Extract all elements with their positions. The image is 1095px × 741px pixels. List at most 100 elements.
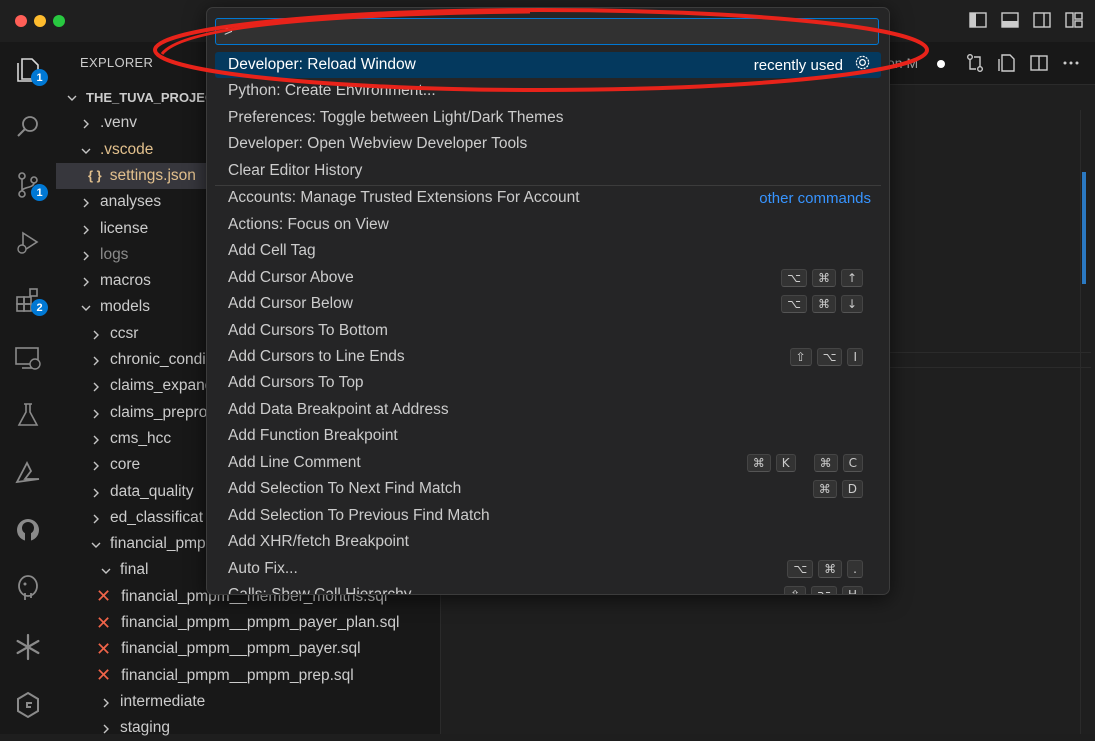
- command-item[interactable]: Python: Create Environment...: [215, 78, 881, 104]
- key-cap: ↓: [840, 295, 863, 314]
- toggle-primary-sidebar-icon[interactable]: [969, 12, 987, 28]
- command-item[interactable]: Developer: Open Webview Developer Tools: [215, 131, 881, 157]
- command-item[interactable]: Add Selection To Previous Find Match: [215, 503, 881, 529]
- chevron-right-icon[interactable]: [88, 510, 104, 525]
- tree-item[interactable]: intermediate: [56, 689, 440, 715]
- testing-flask-icon[interactable]: [10, 397, 46, 433]
- command-label: Add Cursors to Line Ends: [228, 347, 405, 365]
- editor-tab[interactable]: on M: [887, 55, 918, 71]
- tree-item-label: models: [100, 298, 150, 316]
- key-cap: ⌘: [818, 559, 843, 578]
- keybinding: ⌘ D: [812, 480, 863, 499]
- key-cap: ⌘: [811, 268, 836, 287]
- activity-bar: 1 1 2: [0, 42, 57, 734]
- command-label: Python: Create Environment...: [228, 82, 436, 100]
- chevron-right-icon[interactable]: [78, 116, 94, 131]
- tree-item-label: financial_pmpm__pmpm_payer_plan.sql: [121, 614, 400, 631]
- source-control-icon[interactable]: 1: [10, 167, 48, 203]
- command-item[interactable]: Auto Fix... ⌥ ⌘.: [215, 556, 881, 582]
- postgresql-icon[interactable]: [10, 570, 46, 606]
- chevron-down-icon[interactable]: [78, 142, 94, 157]
- command-item[interactable]: Accounts: Manage Trusted Extensions For …: [215, 185, 881, 211]
- command-item[interactable]: Add Data Breakpoint at Address: [215, 397, 881, 423]
- chevron-down-icon[interactable]: [88, 537, 104, 552]
- github-icon[interactable]: [10, 512, 46, 548]
- unsaved-dot-icon[interactable]: [937, 60, 945, 68]
- chevron-right-icon[interactable]: [88, 484, 104, 499]
- configure-keybinding-gear-icon[interactable]: [854, 54, 871, 76]
- key-cap: ⌘: [812, 480, 837, 499]
- other-commands-group: other commands: [759, 190, 871, 207]
- search-icon[interactable]: [10, 109, 46, 145]
- extensions-icon[interactable]: 2: [10, 282, 48, 318]
- tree-item-label: core: [110, 456, 141, 474]
- remote-explorer-icon[interactable]: [10, 340, 46, 376]
- key-cap: ⌘: [746, 453, 771, 472]
- command-item[interactable]: Add Cursors To Top: [215, 370, 881, 396]
- command-item[interactable]: Add Cell Tag: [215, 238, 881, 264]
- command-item[interactable]: Actions: Focus on View: [215, 212, 881, 238]
- chevron-right-icon[interactable]: [88, 431, 104, 446]
- command-item[interactable]: Preferences: Toggle between Light/Dark T…: [215, 105, 881, 131]
- customize-layout-icon[interactable]: [1065, 12, 1083, 28]
- chevron-right-icon[interactable]: [98, 721, 114, 736]
- tree-item-label: staging: [120, 719, 170, 737]
- command-item[interactable]: Add Cursor Above ⌥ ⌘ ↑: [215, 265, 881, 291]
- json-file-icon: { }: [88, 168, 102, 184]
- tree-item-label: claims_expand: [110, 377, 214, 395]
- command-item[interactable]: Developer: Reload Window recently used: [215, 52, 881, 78]
- command-label: Add XHR/fetch Breakpoint: [228, 533, 409, 551]
- split-editor-icon[interactable]: [1029, 53, 1049, 73]
- command-item[interactable]: Add Selection To Next Find Match ⌘ D: [215, 476, 881, 502]
- open-preview-icon[interactable]: [997, 53, 1017, 73]
- chevron-down-icon[interactable]: [78, 300, 94, 315]
- command-item[interactable]: Add Function Breakpoint: [215, 423, 881, 449]
- chevron-right-icon[interactable]: [88, 326, 104, 341]
- command-item[interactable]: Calls: Show Call Hierarchy ⇧ ⌥ H: [215, 582, 881, 595]
- chevron-right-icon[interactable]: [88, 379, 104, 394]
- chevron-right-icon[interactable]: [88, 405, 104, 420]
- more-actions-icon[interactable]: [1061, 53, 1081, 73]
- scrollbar-indicator[interactable]: [1082, 172, 1086, 284]
- tree-item-label: THE_TUVA_PROJEC: [86, 89, 215, 105]
- chevron-down-icon[interactable]: [64, 90, 80, 105]
- tree-item[interactable]: staging: [56, 715, 440, 741]
- close-window-button[interactable]: [15, 15, 27, 27]
- chevron-right-icon[interactable]: [78, 221, 94, 236]
- chevron-down-icon[interactable]: [98, 563, 114, 578]
- snowflake-icon[interactable]: [10, 629, 46, 665]
- tree-item-label: analyses: [100, 193, 162, 211]
- chevron-right-icon[interactable]: [98, 694, 114, 709]
- explorer-badge: 1: [31, 69, 48, 86]
- gitlens-icon[interactable]: [10, 687, 46, 723]
- tree-item-label: macros: [100, 272, 151, 290]
- chevron-right-icon[interactable]: [78, 195, 94, 210]
- command-label: Calls: Show Call Hierarchy: [228, 586, 412, 595]
- command-item[interactable]: Add Cursors To Bottom: [215, 318, 881, 344]
- chevron-right-icon[interactable]: [78, 274, 94, 289]
- maximize-window-button[interactable]: [53, 15, 65, 27]
- command-item[interactable]: Add Line Comment ⌘ K ⌘ C: [215, 450, 881, 476]
- minimize-window-button[interactable]: [34, 15, 46, 27]
- minimap-divider: [1080, 110, 1081, 734]
- azure-icon[interactable]: [10, 455, 46, 491]
- chevron-right-icon[interactable]: [88, 353, 104, 368]
- tree-item[interactable]: ✕ financial_pmpm__pmpm_prep.sql: [56, 663, 440, 689]
- key-cap: ⌘: [811, 295, 836, 314]
- chevron-right-icon[interactable]: [88, 458, 104, 473]
- tree-item[interactable]: ✕ financial_pmpm__pmpm_payer.sql: [56, 636, 440, 662]
- explorer-icon[interactable]: 1: [10, 52, 48, 88]
- run-debug-icon[interactable]: [10, 224, 46, 260]
- compare-changes-icon[interactable]: [965, 53, 985, 73]
- chevron-right-icon[interactable]: [78, 247, 94, 262]
- command-item[interactable]: Add Cursors to Line Ends ⇧ ⌥ I: [215, 344, 881, 370]
- command-item[interactable]: Add Cursor Below ⌥ ⌘ ↓: [215, 291, 881, 317]
- command-palette-input[interactable]: [215, 18, 879, 45]
- tree-item-label: cms_hcc: [110, 429, 172, 447]
- toggle-secondary-sidebar-icon[interactable]: [1033, 12, 1051, 28]
- command-item[interactable]: Clear Editor History: [215, 158, 881, 184]
- key-cap: C: [842, 453, 863, 472]
- command-item[interactable]: Add XHR/fetch Breakpoint: [215, 529, 881, 555]
- toggle-panel-icon[interactable]: [1001, 12, 1019, 28]
- tree-item[interactable]: ✕ financial_pmpm__pmpm_payer_plan.sql: [56, 610, 440, 636]
